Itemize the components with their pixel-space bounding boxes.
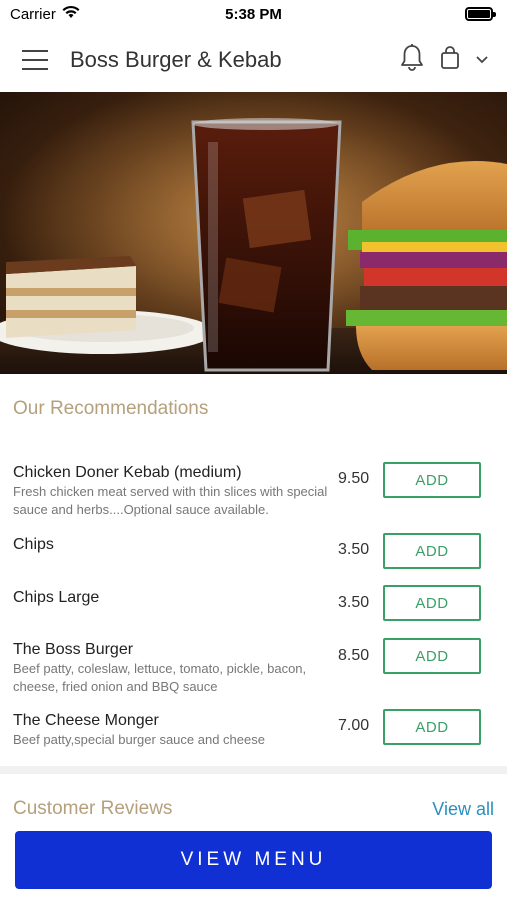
view-menu-button[interactable]: VIEW MENU	[15, 831, 492, 889]
item-price: 7.00	[338, 717, 370, 734]
add-button[interactable]: ADD	[383, 462, 481, 498]
chevron-down-icon[interactable]	[475, 51, 489, 69]
item-price: 3.50	[338, 594, 370, 611]
shopping-bag-icon[interactable]	[439, 45, 461, 76]
battery-icon	[465, 7, 496, 21]
add-button[interactable]: ADD	[383, 709, 481, 745]
menu-icon[interactable]	[22, 50, 48, 70]
reviews-heading: Customer Reviews	[13, 798, 173, 819]
header-icons	[399, 43, 489, 78]
item-price: 8.50	[338, 647, 370, 664]
app-header: Boss Burger & Kebab	[0, 28, 507, 92]
bell-icon[interactable]	[399, 43, 425, 78]
restaurant-title: Boss Burger & Kebab	[70, 47, 282, 72]
hero-food-image	[0, 92, 507, 374]
view-all-link[interactable]: View all	[432, 799, 494, 820]
item-description: Beef patty, coleslaw, lettuce, tomato, p…	[13, 661, 307, 694]
add-button[interactable]: ADD	[383, 533, 481, 569]
section-divider	[0, 766, 507, 774]
item-description: Beef patty,special burger sauce and chee…	[13, 732, 265, 747]
status-bar: Carrier 5:38 PM	[0, 0, 507, 28]
item-price: 3.50	[338, 541, 370, 558]
item-price: 9.50	[338, 470, 370, 487]
status-time: 5:38 PM	[225, 5, 282, 23]
add-button[interactable]: ADD	[383, 638, 481, 674]
add-button[interactable]: ADD	[383, 585, 481, 621]
recommendations-heading: Our Recommendations	[13, 398, 209, 419]
item-description: Fresh chicken meat served with thin slic…	[13, 484, 328, 517]
